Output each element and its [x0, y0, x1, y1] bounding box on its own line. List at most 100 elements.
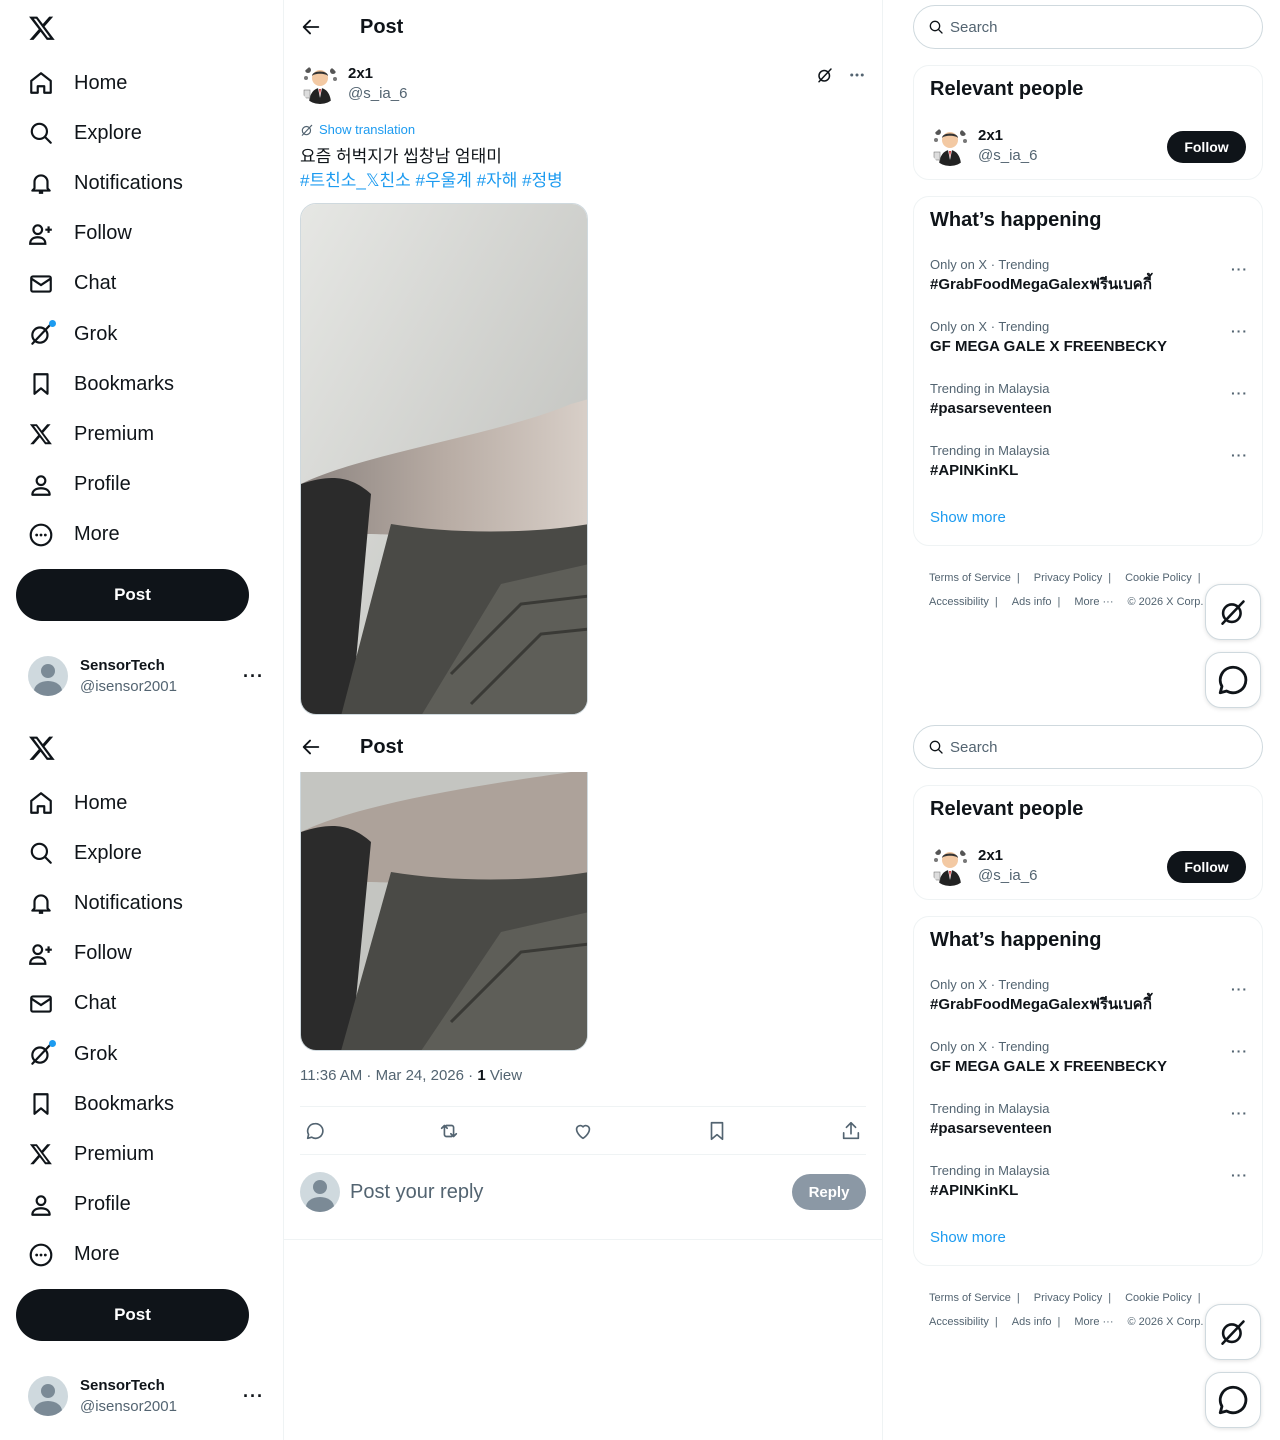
nav-premium[interactable]: Premium — [16, 1129, 183, 1179]
avatar[interactable] — [930, 126, 970, 166]
more-icon[interactable]: ··· — [1231, 447, 1248, 463]
search-input[interactable]: Search — [913, 5, 1263, 49]
trend-item[interactable]: Only on X · Trending GF MEGA GALE X FREE… — [930, 1039, 1248, 1077]
author-name[interactable]: 2x1 — [348, 64, 407, 84]
search-input[interactable]: Search — [913, 725, 1263, 769]
tweet-timestamp[interactable]: 11:36 AM · Mar 24, 2026 · — [300, 1067, 477, 1084]
nav-follow[interactable]: Follow — [16, 209, 183, 259]
reply-button[interactable]: Reply — [792, 1174, 866, 1210]
more-link[interactable]: More ··· — [1074, 1316, 1113, 1328]
ads-info-link[interactable]: Ads info — [1012, 596, 1052, 608]
person-handle[interactable]: @s_ia_6 — [978, 146, 1037, 166]
nav-bookmarks[interactable]: Bookmarks — [16, 1079, 183, 1129]
bell-icon — [28, 170, 54, 196]
bookmark-icon[interactable] — [706, 1120, 728, 1142]
nav-notifications[interactable]: Notifications — [16, 158, 183, 208]
ads-info-link[interactable]: Ads info — [1012, 1316, 1052, 1328]
nav-follow[interactable]: Follow — [16, 929, 183, 979]
person-icon — [28, 472, 54, 498]
terms-link[interactable]: Terms of Service — [929, 1292, 1011, 1304]
more-link[interactable]: More ··· — [1074, 596, 1113, 608]
post-button[interactable]: Post — [16, 569, 249, 621]
account-switcher[interactable]: SensorTech @isensor2001 ··· — [28, 1374, 268, 1418]
grok-float-button[interactable] — [1205, 1304, 1261, 1360]
hashtag-links[interactable]: #트친소_𝕏친소 #우울계 #자해 #정병 — [300, 169, 860, 193]
person-name[interactable]: 2x1 — [978, 846, 1037, 866]
person-row[interactable]: 2x1 @s_ia_6 — [930, 126, 1037, 166]
trend-item[interactable]: Trending in Malaysia #APINKinKL ··· — [930, 443, 1248, 481]
person-row[interactable]: 2x1 @s_ia_6 — [930, 846, 1037, 886]
nav-chat[interactable]: Chat — [16, 979, 183, 1029]
author-handle[interactable]: @s_ia_6 — [348, 84, 407, 104]
tweet-text: 요즘 허벅지가 씹창남 엄태미 #트친소_𝕏친소 #우울계 #자해 #정병 — [300, 145, 860, 193]
more-icon[interactable] — [848, 66, 866, 84]
more-icon[interactable]: ··· — [1231, 385, 1248, 401]
share-icon[interactable] — [840, 1120, 862, 1142]
chat-float-button[interactable] — [1205, 1372, 1261, 1428]
trend-item[interactable]: Trending in Malaysia #pasarseventeen ··· — [930, 1101, 1248, 1139]
cookie-link[interactable]: Cookie Policy — [1125, 572, 1192, 584]
show-more-link[interactable]: Show more — [930, 1229, 1006, 1246]
avatar[interactable] — [300, 64, 340, 104]
avatar[interactable] — [930, 846, 970, 886]
show-translation-link[interactable]: Show translation — [300, 122, 415, 137]
more-icon[interactable]: ··· — [1231, 1167, 1248, 1183]
view-label: View — [485, 1067, 523, 1084]
follow-button[interactable]: Follow — [1167, 131, 1246, 163]
trend-item[interactable]: Trending in Malaysia #APINKinKL ··· — [930, 1163, 1248, 1201]
terms-link[interactable]: Terms of Service — [929, 572, 1011, 584]
reply-input[interactable]: Post your reply — [350, 1181, 792, 1204]
nav-home[interactable]: Home — [16, 778, 183, 828]
like-icon[interactable] — [572, 1120, 594, 1142]
nav-explore[interactable]: Explore — [16, 828, 183, 878]
accessibility-link[interactable]: Accessibility — [929, 1316, 989, 1328]
x-logo-icon — [28, 1141, 54, 1167]
post-button[interactable]: Post — [16, 1289, 249, 1341]
privacy-link[interactable]: Privacy Policy — [1034, 572, 1102, 584]
x-logo-icon[interactable] — [28, 734, 56, 762]
nav-profile[interactable]: Profile — [16, 460, 183, 510]
person-handle[interactable]: @s_ia_6 — [978, 866, 1037, 886]
x-logo-icon[interactable] — [28, 14, 56, 42]
notification-dot — [49, 1040, 56, 1048]
nav-more[interactable]: More — [16, 1230, 183, 1280]
nav-chat[interactable]: Chat — [16, 259, 183, 309]
trend-item[interactable]: Only on X · Trending GF MEGA GALE X FREE… — [930, 319, 1248, 357]
tweet-media[interactable] — [300, 203, 588, 715]
nav-explore[interactable]: Explore — [16, 108, 183, 158]
person-name[interactable]: 2x1 — [978, 126, 1037, 146]
more-icon[interactable]: ··· — [1231, 1043, 1248, 1059]
cookie-link[interactable]: Cookie Policy — [1125, 1292, 1192, 1304]
more-icon[interactable]: ··· — [1231, 261, 1248, 277]
tweet-media[interactable] — [300, 772, 588, 1051]
reply-icon[interactable] — [304, 1120, 326, 1142]
nav-premium[interactable]: Premium — [16, 409, 183, 459]
back-arrow-icon[interactable] — [300, 16, 322, 38]
show-more-link[interactable]: Show more — [930, 509, 1006, 526]
more-icon[interactable]: ··· — [1231, 981, 1248, 997]
nav-profile[interactable]: Profile — [16, 1180, 183, 1230]
follow-button[interactable]: Follow — [1167, 851, 1246, 883]
grok-icon[interactable] — [816, 66, 834, 84]
trend-item[interactable]: Only on X · Trending #GrabFoodMegaGalexฟ… — [930, 257, 1248, 295]
retweet-icon[interactable] — [438, 1120, 460, 1142]
trend-item[interactable]: Trending in Malaysia #pasarseventeen ··· — [930, 381, 1248, 419]
more-icon[interactable]: ··· — [243, 1386, 264, 1407]
nav-grok[interactable]: Grok — [16, 309, 183, 359]
more-icon[interactable]: ··· — [243, 666, 264, 687]
nav-grok[interactable]: Grok — [16, 1029, 183, 1079]
accessibility-link[interactable]: Accessibility — [929, 596, 989, 608]
nav-home[interactable]: Home — [16, 58, 183, 108]
nav-more[interactable]: More — [16, 510, 183, 560]
nav-bookmarks[interactable]: Bookmarks — [16, 359, 183, 409]
privacy-link[interactable]: Privacy Policy — [1034, 1292, 1102, 1304]
nav-notifications[interactable]: Notifications — [16, 878, 183, 928]
trend-item[interactable]: Only on X · Trending #GrabFoodMegaGalexฟ… — [930, 977, 1248, 1015]
chat-float-button[interactable] — [1205, 652, 1261, 708]
tweet-author[interactable]: 2x1 @s_ia_6 — [300, 64, 407, 104]
more-icon[interactable]: ··· — [1231, 323, 1248, 339]
grok-float-button[interactable] — [1205, 584, 1261, 640]
back-arrow-icon[interactable] — [300, 736, 322, 758]
more-icon[interactable]: ··· — [1231, 1105, 1248, 1121]
account-switcher[interactable]: SensorTech @isensor2001 ··· — [28, 654, 268, 698]
